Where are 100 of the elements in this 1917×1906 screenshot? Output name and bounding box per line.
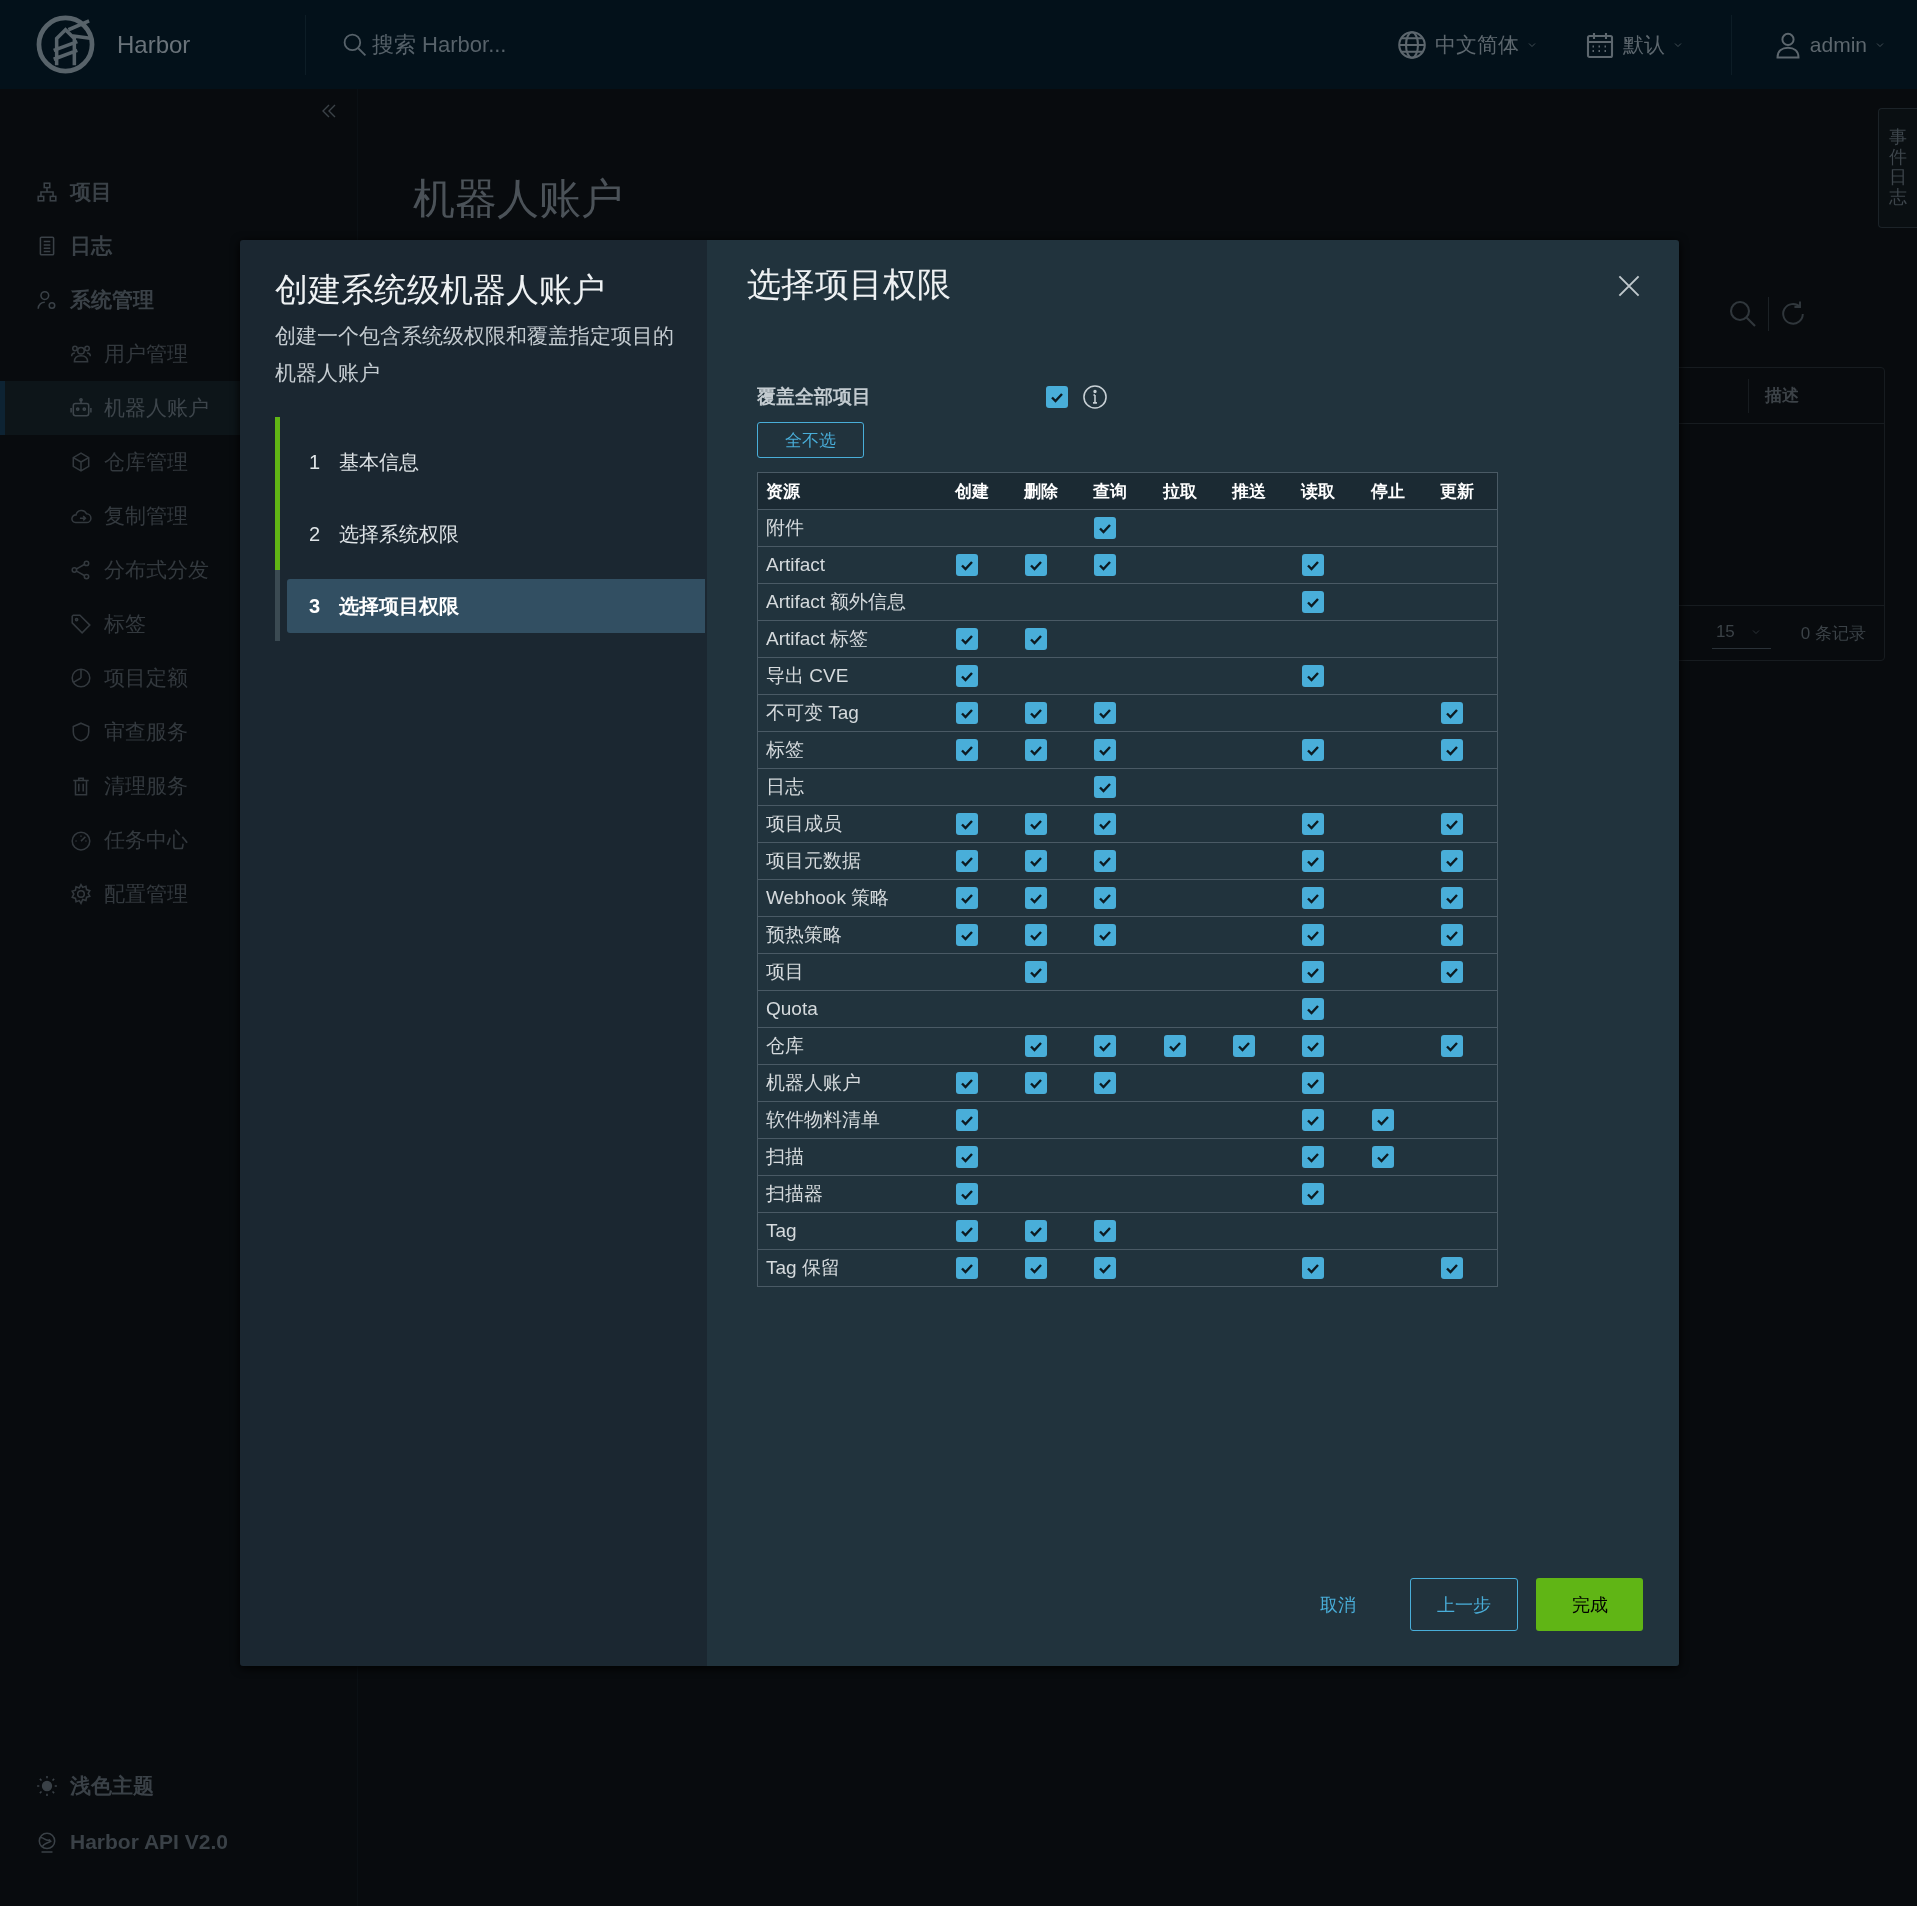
pie-chart-icon	[70, 667, 92, 689]
checkbox[interactable]	[1233, 1035, 1255, 1058]
checkbox[interactable]	[1302, 1072, 1325, 1095]
resource-cell: 导出 CVE	[757, 657, 943, 695]
checkbox[interactable]	[1302, 1146, 1325, 1169]
checkbox[interactable]	[1302, 739, 1325, 762]
trash-icon	[70, 775, 92, 797]
checkbox[interactable]	[1371, 1109, 1394, 1132]
sidebar-item[interactable]: 日志	[0, 219, 357, 273]
checkbox[interactable]	[1024, 628, 1047, 651]
search-icon	[342, 31, 368, 58]
checkbox[interactable]	[955, 887, 978, 910]
checkbox[interactable]	[1441, 739, 1464, 762]
checkbox[interactable]	[1024, 924, 1047, 947]
checkbox[interactable]	[1094, 1035, 1117, 1058]
checkbox[interactable]	[955, 739, 978, 762]
checkbox[interactable]	[1046, 386, 1068, 408]
checkbox[interactable]	[955, 1183, 978, 1206]
checkbox[interactable]	[1024, 1220, 1047, 1243]
wizard-step[interactable]: 3 选择项目权限	[287, 579, 705, 633]
checkbox[interactable]	[1441, 961, 1464, 984]
checkbox[interactable]	[955, 850, 978, 873]
checkbox[interactable]	[1441, 924, 1464, 947]
search-field[interactable]: 搜索 Harbor...	[342, 31, 672, 58]
checkbox[interactable]	[1302, 924, 1325, 947]
language-dropdown[interactable]: 中文简体	[1396, 29, 1537, 60]
resource-cell: 项目元数据	[757, 842, 943, 880]
outline-button[interactable]: 上一步	[1410, 1578, 1518, 1631]
checkbox[interactable]	[1024, 739, 1047, 762]
api-link[interactable]: Harbor API V2.0	[0, 1814, 357, 1870]
checkbox[interactable]	[1094, 813, 1117, 836]
checkbox[interactable]	[1441, 813, 1464, 836]
checkbox[interactable]	[955, 665, 978, 688]
checkbox[interactable]	[1094, 850, 1117, 873]
checkbox[interactable]	[1441, 850, 1464, 873]
checkbox[interactable]	[1441, 702, 1464, 725]
resource-cell: 扫描	[757, 1138, 943, 1176]
gauge-icon	[70, 829, 92, 851]
checkbox[interactable]	[1302, 591, 1325, 614]
checkbox[interactable]	[1094, 702, 1117, 725]
checkbox[interactable]	[1024, 850, 1047, 873]
checkbox[interactable]	[1024, 887, 1047, 910]
checkbox[interactable]	[1441, 1035, 1464, 1058]
date-format-dropdown[interactable]: 默认	[1584, 29, 1683, 60]
checkbox[interactable]	[955, 1109, 978, 1132]
primary-button[interactable]: 完成	[1536, 1578, 1643, 1631]
checkbox[interactable]	[1024, 813, 1047, 836]
checkbox[interactable]	[955, 554, 978, 577]
checkbox[interactable]	[1094, 517, 1117, 540]
checkbox[interactable]	[1302, 998, 1325, 1021]
page-size-select[interactable]: 15	[1711, 617, 1771, 649]
checkbox[interactable]	[1024, 1257, 1047, 1280]
link-button[interactable]: 取消	[1320, 1592, 1356, 1617]
checkbox[interactable]	[1163, 1035, 1186, 1058]
checkbox[interactable]	[955, 628, 978, 651]
checkbox[interactable]	[1094, 1072, 1117, 1095]
checkbox[interactable]	[955, 1220, 978, 1243]
checkbox[interactable]	[1302, 1183, 1325, 1206]
checkbox[interactable]	[1302, 665, 1325, 688]
checkbox[interactable]	[1302, 961, 1325, 984]
checkbox[interactable]	[1094, 1220, 1117, 1243]
checkbox[interactable]	[1024, 702, 1047, 725]
checkbox[interactable]	[1302, 1035, 1325, 1058]
theme-toggle[interactable]: 浅色主题	[0, 1758, 357, 1814]
checkbox[interactable]	[1094, 739, 1117, 762]
checkbox[interactable]	[1302, 554, 1325, 577]
checkbox[interactable]	[1024, 554, 1047, 577]
checkbox[interactable]	[1024, 1072, 1047, 1095]
checkbox[interactable]	[1302, 887, 1325, 910]
checkbox[interactable]	[1302, 1257, 1325, 1280]
checkbox[interactable]	[955, 813, 978, 836]
column-header: 描述	[1748, 378, 1884, 413]
checkbox[interactable]	[955, 702, 978, 725]
record-count: 0 条记录	[1800, 622, 1866, 645]
resource-cell: 软件物料清单	[757, 1101, 943, 1139]
wizard-step[interactable]: 1 基本信息	[287, 435, 705, 489]
checkbox[interactable]	[1094, 887, 1117, 910]
checkbox[interactable]	[1371, 1146, 1394, 1169]
checkbox[interactable]	[1094, 1257, 1117, 1280]
checkbox[interactable]	[955, 1257, 978, 1280]
wizard-step[interactable]: 2 选择系统权限	[287, 507, 705, 561]
dialog-title: 创建系统级机器人账户	[275, 270, 606, 310]
checkbox[interactable]	[1094, 776, 1117, 799]
sidebar-item[interactable]: 项目	[0, 165, 357, 219]
checkbox[interactable]	[1302, 813, 1325, 836]
checkbox[interactable]	[955, 924, 978, 947]
checkbox[interactable]	[1024, 1035, 1047, 1058]
deselect-all-button[interactable]: 全不选	[757, 422, 864, 458]
checkbox[interactable]	[1441, 1257, 1464, 1280]
checkbox[interactable]	[955, 1146, 978, 1169]
checkbox[interactable]	[1302, 1109, 1325, 1132]
checkbox[interactable]	[955, 1072, 978, 1095]
checkbox[interactable]	[1094, 554, 1117, 577]
checkbox[interactable]	[1094, 924, 1117, 947]
column-header: 读取	[1289, 472, 1359, 510]
checkbox[interactable]	[1302, 850, 1325, 873]
user-menu[interactable]: admin	[1773, 30, 1885, 59]
user-gear-icon	[36, 289, 58, 311]
checkbox[interactable]	[1441, 887, 1464, 910]
checkbox[interactable]	[1024, 961, 1047, 984]
